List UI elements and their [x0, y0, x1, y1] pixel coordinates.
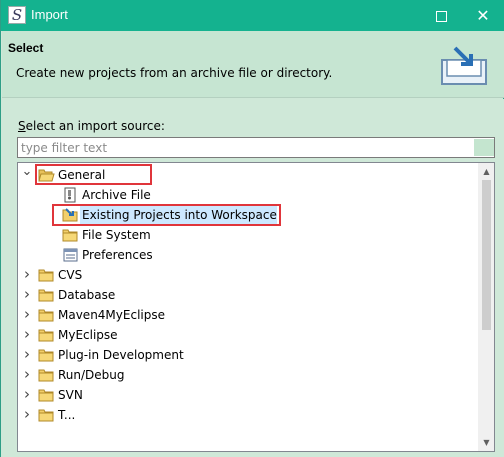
- chevron-right-icon[interactable]: ›: [21, 325, 33, 345]
- tree-item-label: File System: [82, 228, 151, 242]
- tree-item-file-system[interactable]: File System: [18, 225, 478, 245]
- tree-item-label: SVN: [58, 388, 83, 402]
- window-title: Import: [31, 7, 68, 22]
- folder-icon: [62, 227, 79, 243]
- chevron-right-icon[interactable]: ›: [21, 385, 33, 405]
- folder-open-icon: [38, 167, 55, 183]
- tree-item-preferences[interactable]: Preferences: [18, 245, 478, 265]
- scroll-thumb[interactable]: [482, 180, 491, 330]
- archive-file-icon: [62, 187, 79, 203]
- folder-icon: [38, 367, 55, 383]
- tree-item-t[interactable]: › T...: [18, 405, 478, 425]
- scroll-down-arrow-icon[interactable]: ▼: [478, 434, 494, 451]
- tree-item-label: CVS: [58, 268, 83, 282]
- folder-icon: [38, 287, 55, 303]
- close-button[interactable]: ✕: [466, 0, 500, 31]
- folder-icon: [38, 307, 55, 323]
- tree-item-plug-in-development[interactable]: › Plug-in Development: [18, 345, 478, 365]
- chevron-right-icon[interactable]: ›: [21, 345, 33, 365]
- tree-item-maven4myeclipse[interactable]: › Maven4MyEclipse: [18, 305, 478, 325]
- tree-item-database[interactable]: › Database: [18, 285, 478, 305]
- tree-item-myeclipse[interactable]: › MyEclipse: [18, 325, 478, 345]
- tree-item-label: Existing Projects into Workspace: [82, 208, 277, 222]
- tree-item-existing-projects-into-workspace[interactable]: Existing Projects into Workspace: [18, 205, 478, 225]
- close-icon: ✕: [476, 6, 490, 25]
- chevron-right-icon[interactable]: ›: [21, 265, 33, 285]
- label-text: elect an import source:: [25, 119, 165, 133]
- maximize-icon: [435, 11, 447, 22]
- wizard-content: Select an import source: ▲ ▼ ⌄ General Arc…: [2, 99, 504, 457]
- tree-item-label: Plug-in Development: [58, 348, 184, 362]
- tree-item-label: Database: [58, 288, 116, 302]
- filter-input[interactable]: [17, 137, 495, 158]
- preferences-icon: [62, 247, 79, 263]
- import-source-label: Select an import source:: [18, 119, 165, 133]
- tree-item-run-debug[interactable]: › Run/Debug: [18, 365, 478, 385]
- app-logo-icon: S: [8, 6, 26, 24]
- tree-item-general[interactable]: ⌄ General: [18, 165, 478, 185]
- tree-item-svn[interactable]: › SVN: [18, 385, 478, 405]
- chevron-right-icon[interactable]: ›: [21, 405, 33, 425]
- folder-icon: [38, 387, 55, 403]
- tree-item-label: Preferences: [82, 248, 153, 262]
- folder-icon: [38, 347, 55, 363]
- tree-item-label: Archive File: [82, 188, 151, 202]
- folder-icon: [38, 267, 55, 283]
- tree-item-label: Run/Debug: [58, 368, 125, 382]
- tree-item-cvs[interactable]: › CVS: [18, 265, 478, 285]
- page-title: Select: [8, 41, 44, 55]
- title-bar[interactable]: S Import ✕: [1, 0, 504, 31]
- project-folder-icon: [62, 207, 79, 223]
- chevron-right-icon[interactable]: ›: [21, 285, 33, 305]
- import-wizard-icon: [441, 46, 487, 85]
- label-mnemonic: S: [18, 119, 26, 133]
- tree-item-label: T...: [58, 408, 76, 422]
- maximize-button[interactable]: [424, 0, 458, 31]
- vertical-scrollbar[interactable]: ▲ ▼: [478, 163, 494, 451]
- chevron-right-icon[interactable]: ›: [21, 305, 33, 325]
- import-source-tree[interactable]: ▲ ▼ ⌄ General Archive File Existing Project…: [17, 162, 495, 452]
- page-description: Create new projects from an archive file…: [16, 66, 333, 80]
- tree-item-label: General: [58, 168, 106, 182]
- chevron-down-icon[interactable]: ⌄: [21, 165, 33, 185]
- tree-item-label: Maven4MyEclipse: [58, 308, 165, 322]
- chevron-right-icon[interactable]: ›: [21, 365, 33, 385]
- tree-item-archive-file[interactable]: Archive File: [18, 185, 478, 205]
- folder-icon: [38, 327, 55, 343]
- filter-clear-button[interactable]: [474, 139, 494, 156]
- tree-item-label: MyEclipse: [58, 328, 118, 342]
- folder-icon: [38, 407, 55, 423]
- wizard-banner: Select Create new projects from an archi…: [2, 31, 504, 98]
- import-dialog: S Import ✕ Select Create new projects fr…: [0, 0, 504, 457]
- scroll-up-arrow-icon[interactable]: ▲: [478, 163, 494, 180]
